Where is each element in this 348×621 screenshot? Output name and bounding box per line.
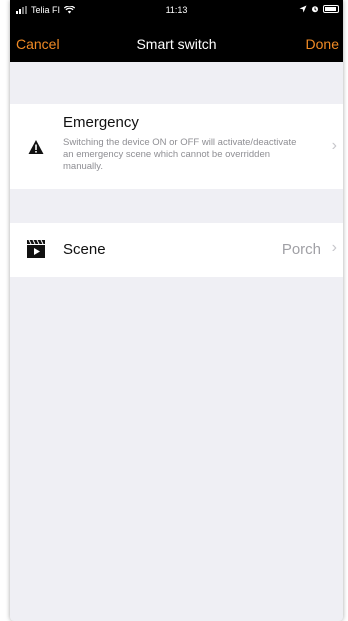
status-right [299, 5, 339, 13]
scene-label: Scene [63, 241, 106, 258]
page-title: Smart switch [136, 36, 217, 52]
location-arrow-icon [299, 5, 307, 13]
scene-row[interactable]: Scene Porch › [10, 223, 343, 277]
chevron-right-icon: › [331, 239, 337, 256]
phone-screen: Telia FI 11:13 Cancel Smart switch Done [10, 0, 343, 621]
navigation-bar: Cancel Smart switch Done [10, 20, 343, 62]
alarm-icon [312, 6, 318, 13]
chevron-right-icon: › [331, 137, 337, 154]
warning-icon [28, 140, 44, 154]
battery-icon [323, 5, 339, 13]
status-time: 11:13 [165, 5, 188, 15]
emergency-row[interactable]: Emergency Switching the device ON or OFF… [10, 104, 343, 189]
emergency-title: Emergency [63, 114, 139, 131]
emergency-description: Switching the device ON or OFF will acti… [63, 137, 297, 172]
status-bar: Telia FI 11:13 [10, 0, 343, 20]
scene-value: Porch [281, 241, 321, 258]
clapperboard-icon [27, 239, 45, 258]
done-button[interactable]: Done [306, 36, 339, 52]
